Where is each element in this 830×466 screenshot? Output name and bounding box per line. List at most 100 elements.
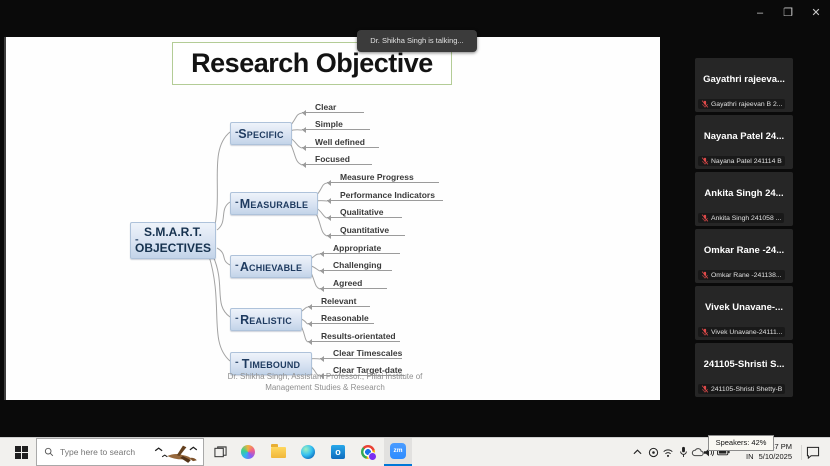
mindmap-leaf: Reasonable	[308, 313, 374, 324]
participant-tile[interactable]: Omkar Rane -24... Omkar Rane -241138...	[695, 229, 793, 283]
mic-muted-icon	[701, 100, 709, 108]
participant-label: Omkar Rane -241138...	[698, 270, 785, 280]
participant-name: Omkar Rane -24...	[695, 245, 793, 256]
tray-network-button[interactable]	[661, 445, 675, 459]
mindmap-leaf: Agreed	[320, 278, 387, 289]
chevron-up-icon	[633, 449, 642, 455]
file-explorer-button[interactable]	[264, 438, 292, 466]
mindmap-leaf: Focused	[302, 154, 372, 165]
windows-logo-icon	[15, 446, 28, 459]
collapse-toggle-icon: -	[235, 121, 239, 142]
node-label: Measurable	[240, 197, 308, 211]
node-label: Specific	[238, 127, 283, 141]
participant-name: Gayathri rajeeva...	[695, 74, 793, 85]
mindmap-leaf: Clear	[302, 102, 364, 113]
taskbar-search[interactable]	[36, 438, 204, 466]
collapse-toggle-icon: -	[235, 191, 239, 212]
mindmap-leaf: Performance Indicators	[327, 190, 443, 201]
participant-label: Nayana Patel 241114 B	[698, 156, 785, 166]
participant-label-text: Nayana Patel 241114 B	[711, 158, 782, 165]
copilot-button[interactable]	[234, 438, 262, 466]
mic-muted-icon	[701, 214, 709, 222]
mindmap-leaf: Challenging	[320, 260, 392, 271]
mindmap-leaf: Simple	[302, 119, 370, 130]
participant-label: Gayathri rajeevan B 2...	[698, 99, 785, 109]
participant-tile[interactable]: Gayathri rajeeva... Gayathri rajeevan B …	[695, 58, 793, 112]
mindmap-node-measurable[interactable]: - Measurable	[230, 192, 318, 215]
zoom-icon: zm	[390, 443, 406, 459]
participant-tile[interactable]: Nayana Patel 24... Nayana Patel 241114 B	[695, 115, 793, 169]
mindmap-node-specific[interactable]: - Specific	[230, 122, 292, 145]
edge-button[interactable]	[294, 438, 322, 466]
mic-muted-icon	[701, 157, 709, 165]
mindmap-leaf: Appropriate	[320, 243, 400, 254]
participant-label-text: Ankita Singh 241058 ...	[711, 215, 781, 222]
microphone-icon	[679, 446, 688, 458]
mindmap-connectors	[6, 37, 660, 400]
file-explorer-icon	[271, 447, 286, 458]
search-highlight-bird-icon[interactable]	[150, 439, 202, 466]
chrome-button[interactable]	[354, 438, 382, 466]
participant-tile[interactable]: Vivek Unavane-... Vivek Unavane-24111...	[695, 286, 793, 340]
collapse-toggle-icon: -	[235, 307, 239, 328]
participant-name: Ankita Singh 24...	[695, 188, 793, 199]
speaker-toast: Dr. Shikha Singh is talking...	[357, 30, 477, 52]
participant-tile[interactable]: 241105-Shristi S... 241105-Shristi Shett…	[695, 343, 793, 397]
search-input[interactable]	[58, 446, 152, 458]
mic-muted-icon	[701, 328, 709, 336]
participant-tile[interactable]: Ankita Singh 24... Ankita Singh 241058 .…	[695, 172, 793, 226]
search-icon	[44, 447, 54, 457]
participant-label: Ankita Singh 241058 ...	[698, 213, 784, 223]
mindmap-root-node[interactable]: - S.M.A.R.T. OBJECTIVES	[130, 222, 216, 259]
tray-eye-protection-button[interactable]	[646, 445, 660, 459]
slide-attribution: Dr. Shikha Singh, Assistant Professor., …	[170, 371, 480, 393]
mindmap-leaf: Quantitative	[327, 225, 405, 236]
mindmap-leaf: Qualitative	[327, 207, 402, 218]
node-label: Realistic	[240, 313, 292, 327]
mindmap-leaf: Well defined	[302, 137, 379, 148]
participant-label: 241105-Shristi Shetty-B	[698, 384, 785, 394]
tray-date: 5/10/2025	[759, 452, 792, 462]
edge-icon	[301, 445, 315, 459]
participant-name: Nayana Patel 24...	[695, 131, 793, 142]
collapse-toggle-icon: -	[135, 231, 139, 247]
tray-language[interactable]: IN	[746, 452, 754, 462]
start-button[interactable]	[8, 438, 34, 466]
tray-microphone-button[interactable]	[676, 445, 690, 459]
action-center-button[interactable]	[801, 445, 824, 460]
participant-label-text: Vivek Unavane-24111...	[711, 329, 782, 336]
root-line1: S.M.A.R.T.	[131, 224, 215, 240]
attribution-line2: Management Studies & Research	[170, 382, 480, 393]
root-line2: OBJECTIVES	[131, 240, 215, 256]
collapse-toggle-icon: -	[235, 351, 239, 372]
restore-button[interactable]: ❐	[774, 0, 802, 26]
speakers-volume-tooltip: Speakers: 42%	[708, 435, 774, 451]
participant-name: Vivek Unavane-...	[695, 302, 793, 313]
participant-label-text: Gayathri rajeevan B 2...	[711, 101, 782, 108]
task-view-icon	[214, 446, 227, 459]
mindmap-node-achievable[interactable]: - Achievable	[230, 255, 312, 278]
mindmap-node-realistic[interactable]: - Realistic	[230, 308, 302, 331]
close-button[interactable]: ✕	[802, 0, 830, 26]
mindmap-leaf: Measure Progress	[327, 172, 439, 183]
node-label: Achievable	[240, 260, 302, 274]
chrome-profile-badge	[368, 452, 377, 461]
mindmap-leaf: Relevant	[308, 296, 370, 307]
node-label: Timebound	[242, 357, 300, 371]
outlook-icon: o	[331, 445, 345, 459]
mic-muted-icon	[701, 385, 709, 393]
taskbar: o zm Speakers: 42% 1:47 PM IN 5/10/2025	[0, 437, 830, 466]
participant-label-text: 241105-Shristi Shetty-B	[711, 386, 782, 393]
wifi-icon	[662, 447, 674, 458]
zoom-app-button[interactable]: zm	[384, 438, 412, 466]
chrome-icon	[361, 445, 375, 459]
tray-expand-button[interactable]	[630, 445, 644, 459]
outlook-button[interactable]: o	[324, 438, 352, 466]
minimize-button[interactable]: –	[746, 0, 774, 26]
task-view-button[interactable]	[206, 438, 234, 466]
attribution-line1: Dr. Shikha Singh, Assistant Professor., …	[170, 371, 480, 382]
mindmap-leaf: Clear Timescales	[320, 348, 402, 359]
notification-bubble-icon	[806, 446, 820, 459]
target-dot-icon	[648, 447, 659, 458]
participant-label-text: Omkar Rane -241138...	[711, 272, 782, 279]
